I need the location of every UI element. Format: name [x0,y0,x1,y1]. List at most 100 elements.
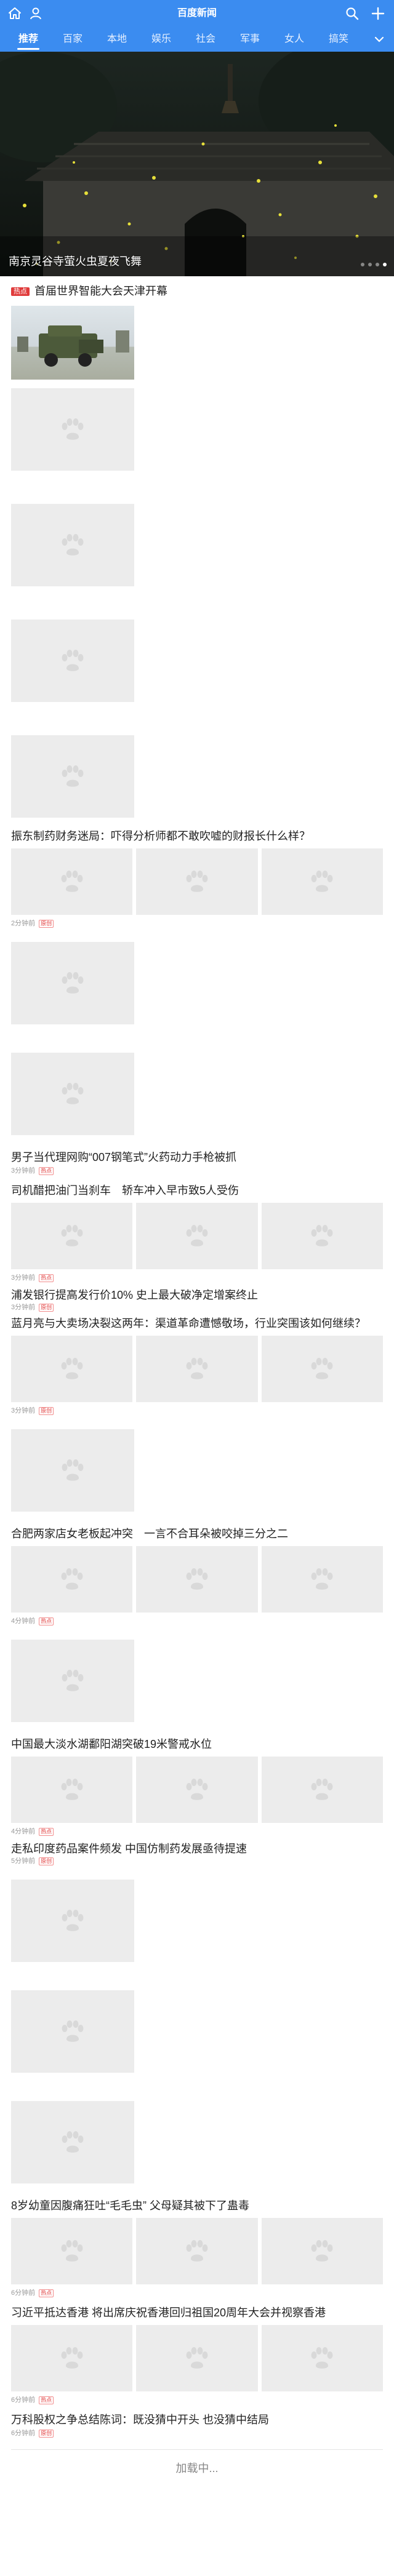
news-thumbnail[interactable] [11,388,134,471]
news-time: 3分钟前 [11,1304,36,1311]
news-title[interactable]: 走私印度药品案件频发 中国仿制药发展亟待提速 [11,1841,383,1856]
source-badge: 热点 [39,1828,54,1836]
news-item[interactable]: 热点 首届世界智能大会天津开幕 [11,276,383,380]
news-time: 6分钟前 [11,2396,36,2404]
carousel-dot[interactable] [368,263,372,266]
news-item[interactable]: 中国最大淡水湖鄱阳湖突破19米警戒水位 4分钟前 热点 [11,1722,383,1836]
news-thumbnail[interactable] [261,2325,383,2391]
news-item[interactable]: 习近平抵达香港 将出席庆祝香港回归祖国20周年大会并视察香港 6分钟前 热点 [11,2298,383,2405]
news-thumbnail[interactable] [261,1203,383,1269]
carousel-indicator [361,263,387,266]
news-thumbnail[interactable] [11,2218,133,2284]
news-thumbnail[interactable] [11,1203,133,1269]
news-title[interactable]: 中国最大淡水湖鄱阳湖突破19米警戒水位 [11,1737,383,1752]
news-thumbnail[interactable] [261,2218,383,2284]
news-thumbnail[interactable] [136,1336,258,1402]
news-title[interactable]: 万科股权之争总结陈词：既没猜中开头 也没猜中结局 [11,2412,383,2427]
news-thumbnail[interactable] [11,2101,134,2183]
carousel-dot[interactable] [361,263,364,266]
user-icon[interactable] [28,6,43,21]
tab-entertainment[interactable]: 娱乐 [139,27,183,52]
news-item[interactable]: 浦发银行提高发行价10% 史上最大破净定增案终止 3分钟前 原创 [11,1283,383,1312]
news-thumbnail[interactable] [136,1757,258,1823]
news-thumbnail[interactable] [136,1203,258,1269]
tab-local[interactable]: 本地 [95,27,139,52]
carousel-dot[interactable] [376,263,379,266]
news-thumbnail[interactable] [11,942,134,1024]
news-thumbnail[interactable] [11,620,134,702]
news-item[interactable]: 振东制药财务迷局：吓得分析师都不敢吹嘘的财报长什么样？ 2分钟前 原创 [11,818,383,928]
baidu-news-logo[interactable]: 百度新闻 [167,6,227,21]
news-thumbnail[interactable] [11,735,134,818]
placeholder-paw-icon [59,2347,85,2370]
news-time: 3分钟前 [11,1407,36,1414]
placeholder-paw-icon [59,1778,85,1801]
news-title[interactable]: 合肥两家店女老板起冲突 一言不合耳朵被咬掉三分之二 [11,1526,383,1541]
news-thumbnail[interactable] [11,848,133,915]
placeholder-paw-icon [309,870,335,893]
news-thumbnail[interactable] [11,1640,134,1722]
tab-society[interactable]: 社会 [183,27,228,52]
tab-women[interactable]: 女人 [272,27,316,52]
news-item[interactable]: 8岁幼童因腹痛狂吐“毛毛虫” 父母疑其被下了蛊毒 6分钟前 热点 [11,2183,383,2298]
news-item[interactable]: 万科股权之争总结陈词：既没猜中开头 也没猜中结局 6分钟前 原创 [11,2405,383,2438]
news-thumbnail[interactable] [136,2325,258,2391]
news-item[interactable]: 男子当代理网购“007钢笔式”火药动力手枪被抓 3分钟前 热点 [11,1135,383,1176]
source-badge: 原创 [39,2430,54,2438]
app-header: 百度新闻 [0,0,394,27]
hero-carousel[interactable]: 南京灵谷寺萤火虫夏夜飞舞 [0,52,394,276]
placeholder-paw-icon [60,1669,86,1693]
news-thumbnail[interactable] [261,1757,383,1823]
tab-funny[interactable]: 搞笑 [316,27,361,52]
news-title[interactable]: 男子当代理网购“007钢笔式”火药动力手枪被抓 [11,1150,383,1165]
news-thumbnail[interactable] [11,1546,133,1613]
news-title[interactable]: 振东制药财务迷局：吓得分析师都不敢吹嘘的财报长什么样？ [11,829,383,843]
news-thumbnail[interactable] [136,848,258,915]
chevron-down-icon[interactable] [371,32,388,47]
placeholder-paw-icon [184,1224,210,1248]
source-badge: 热点 [39,1167,54,1175]
placeholder-paw-icon [309,1568,335,1591]
carousel-dot-active[interactable] [383,263,387,266]
placeholder-paw-icon [60,649,86,672]
news-thumbnail[interactable] [11,1880,134,1962]
tab-baijia[interactable]: 百家 [50,27,95,52]
news-item[interactable]: 走私印度药品案件频发 中国仿制药发展亟待提速 5分钟前 原创 [11,1836,383,1866]
placeholder-paw-icon [184,870,210,893]
placeholder-paw-icon [309,1357,335,1381]
news-thumbnail[interactable] [11,1990,134,2073]
placeholder-paw-icon [184,1357,210,1381]
news-thumbnail[interactable] [11,2325,133,2391]
hero-caption[interactable]: 南京灵谷寺萤火虫夏夜飞舞 [9,253,142,269]
news-thumbnail[interactable] [136,2218,258,2284]
news-title[interactable]: 8岁幼童因腹痛狂吐“毛毛虫” 父母疑其被下了蛊毒 [11,2198,383,2213]
plus-icon[interactable] [371,6,385,21]
news-thumbnail[interactable] [261,848,383,915]
news-thumbnail[interactable] [11,1757,133,1823]
news-title[interactable]: 蓝月亮与大卖场决裂这两年：渠道革命遭憾敬场，行业突围该如何继续？ [11,1316,383,1331]
news-item[interactable]: 蓝月亮与大卖场决裂这两年：渠道革命遭憾敬场，行业突围该如何继续？ 3分钟前 原创 [11,1312,383,1416]
placeholder-paw-icon [60,2131,86,2154]
news-title[interactable]: 司机醋把油门当刹车 轿车冲入早市致5人受伤 [11,1183,383,1198]
news-thumbnail[interactable] [261,1546,383,1613]
home-icon[interactable] [7,6,22,21]
news-thumbnail[interactable] [136,1546,258,1613]
news-time: 3分钟前 [11,1274,36,1282]
news-thumbnail[interactable] [11,306,134,380]
news-thumbnail[interactable] [11,1053,134,1135]
news-thumbnail[interactable] [11,1429,134,1512]
news-thumbnail[interactable] [11,1336,133,1402]
news-item[interactable]: 合肥两家店女老板起冲突 一言不合耳朵被咬掉三分之二 4分钟前 热点 [11,1512,383,1626]
news-title[interactable]: 习近平抵达香港 将出席庆祝香港回归祖国20周年大会并视察香港 [11,2305,383,2320]
tab-military[interactable]: 军事 [228,27,272,52]
source-badge: 热点 [39,1617,54,1625]
news-item[interactable]: 司机醋把油门当刹车 轿车冲入早市致5人受伤 3分钟前 热点 [11,1176,383,1283]
news-thumbnail[interactable] [11,504,134,586]
search-icon[interactable] [345,6,360,21]
news-title[interactable]: 浦发银行提高发行价10% 史上最大破净定增案终止 [11,1288,383,1302]
placeholder-paw-icon [59,870,85,893]
tab-recommend[interactable]: 推荐 [6,27,50,52]
news-thumbnail[interactable] [261,1336,383,1402]
hot-tag: 热点 [11,287,30,296]
news-title[interactable]: 首届世界智能大会天津开幕 [34,285,167,297]
